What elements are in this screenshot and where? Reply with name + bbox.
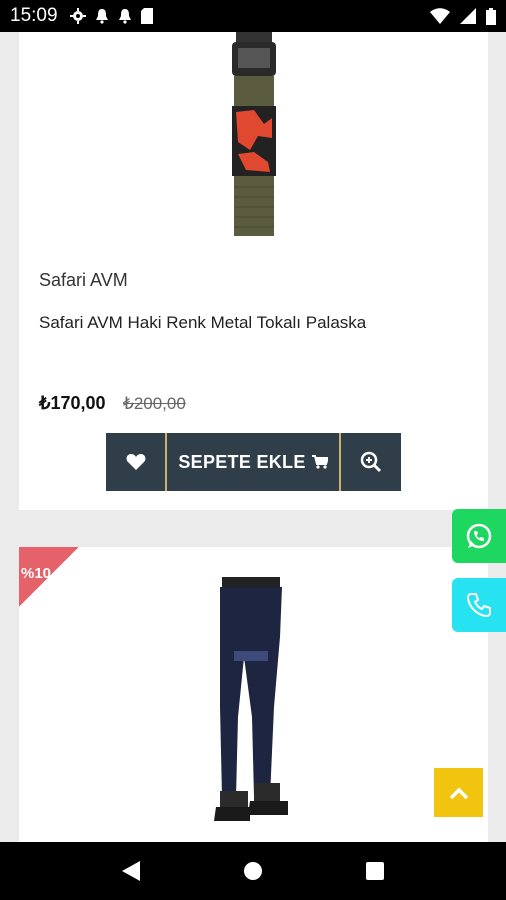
call-button[interactable]: [452, 578, 506, 632]
product-actions: SEPETE EKLE: [106, 433, 401, 491]
whatsapp-icon: [466, 523, 492, 549]
gear-icon: [69, 8, 86, 24]
home-icon[interactable]: [243, 861, 263, 881]
quick-view-button[interactable]: [341, 433, 401, 491]
product-old-price: ₺200,00: [123, 394, 186, 413]
whatsapp-button[interactable]: [452, 509, 506, 563]
recents-icon[interactable]: [366, 862, 385, 880]
status-icons-right: [430, 7, 496, 25]
sim-card-icon: [140, 8, 153, 24]
zoom-in-icon: [360, 451, 382, 473]
product-price: ₺170,00: [39, 393, 106, 413]
product-card[interactable]: %10: [19, 547, 488, 842]
product-image[interactable]: [224, 32, 284, 242]
navigation-bar: [0, 842, 506, 900]
cart-icon: [311, 455, 328, 469]
add-to-cart-label: SEPETE EKLE: [178, 451, 306, 472]
back-icon[interactable]: [121, 861, 140, 881]
status-bar: 15:09: [0, 0, 506, 32]
favorite-button[interactable]: [106, 433, 167, 491]
product-card[interactable]: Safari AVM Safari AVM Haki Renk Metal To…: [19, 32, 488, 510]
product-image[interactable]: [214, 577, 294, 832]
status-time: 15:09: [10, 5, 58, 26]
status-icons-left: [69, 8, 153, 24]
chevron-up-icon: [449, 787, 468, 799]
bell-icon: [95, 9, 108, 24]
signal-icon: [460, 8, 476, 24]
battery-icon: [486, 7, 496, 25]
scroll-top-button[interactable]: [434, 768, 483, 817]
bell-icon: [118, 9, 131, 24]
product-brand[interactable]: Safari AVM: [39, 270, 128, 291]
product-title[interactable]: Safari AVM Haki Renk Metal Tokalı Palask…: [39, 313, 366, 333]
phone-icon: [466, 593, 491, 618]
wifi-icon: [430, 8, 450, 24]
add-to-cart-button[interactable]: SEPETE EKLE: [167, 433, 341, 491]
discount-label: %10: [21, 565, 52, 582]
page-content[interactable]: Safari AVM Safari AVM Haki Renk Metal To…: [0, 32, 506, 842]
heart-icon: [126, 454, 145, 470]
